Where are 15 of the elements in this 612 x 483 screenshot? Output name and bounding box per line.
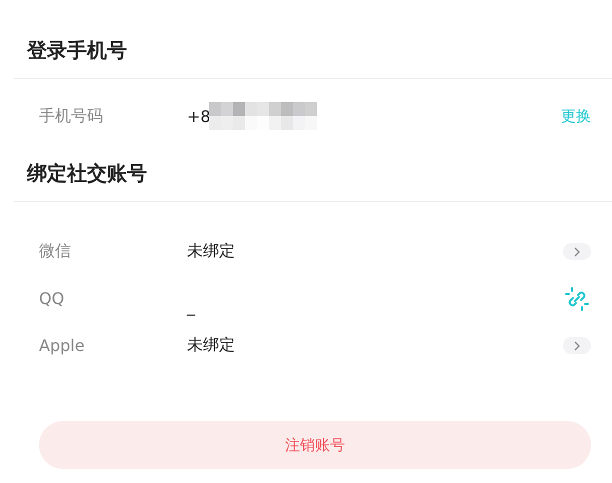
account-name: QQ	[39, 289, 66, 308]
section-title: 绑定社交账号	[27, 160, 148, 187]
change-link[interactable]: 更换	[561, 106, 591, 126]
account-name: 微信	[39, 241, 72, 262]
bind-status: _	[187, 297, 195, 316]
bind-status: 未绑定	[187, 335, 235, 356]
section-title: 登录手机号	[27, 37, 128, 64]
field-label: 手机号码	[39, 106, 104, 126]
unlink-icon[interactable]	[565, 286, 589, 310]
account-name: Apple	[39, 336, 86, 355]
phone-number: +8	[187, 106, 211, 126]
chevron-right-icon[interactable]	[563, 337, 591, 354]
chevron-right-icon[interactable]	[563, 243, 591, 260]
cancel-account-button[interactable]: 注销账号	[39, 421, 591, 469]
bind-status: 未绑定	[187, 241, 235, 262]
